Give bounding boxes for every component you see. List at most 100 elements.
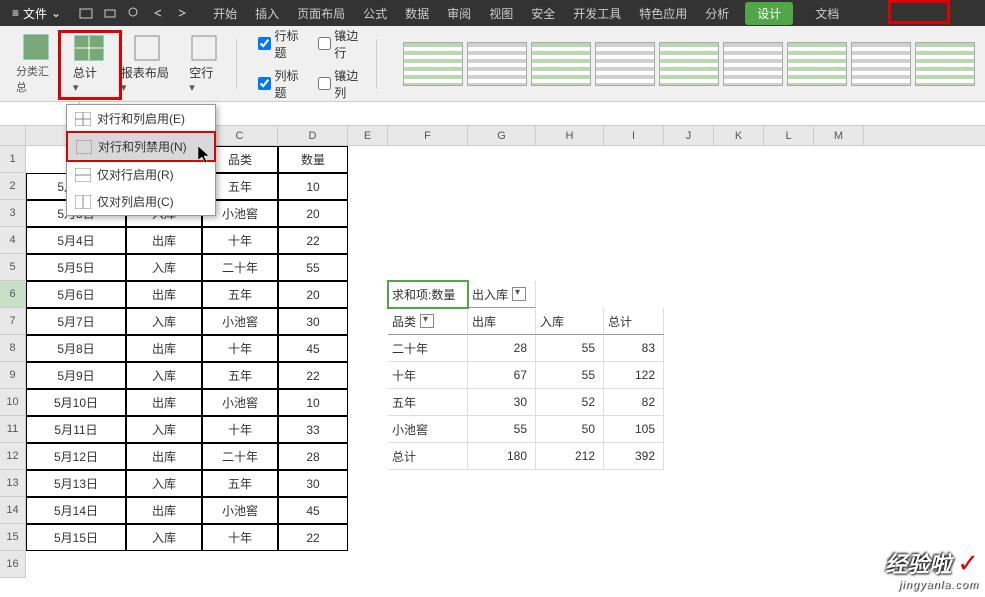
cell[interactable]: 52 bbox=[536, 389, 604, 416]
cell[interactable] bbox=[604, 470, 664, 497]
cell[interactable]: 5月12日 bbox=[26, 443, 126, 470]
cell[interactable] bbox=[536, 146, 604, 173]
cell[interactable] bbox=[814, 551, 864, 578]
cell[interactable] bbox=[468, 254, 536, 281]
cell[interactable] bbox=[604, 200, 664, 227]
cell[interactable]: 十年 bbox=[202, 227, 278, 254]
cell[interactable] bbox=[536, 524, 604, 551]
cell[interactable] bbox=[714, 497, 764, 524]
cell[interactable]: 22 bbox=[278, 362, 348, 389]
cell[interactable]: 出库 bbox=[126, 443, 202, 470]
cell[interactable]: 入库 bbox=[126, 254, 202, 281]
style-thumb[interactable] bbox=[787, 42, 847, 86]
cell[interactable]: 5月9日 bbox=[26, 362, 126, 389]
cell[interactable]: 小池窖 bbox=[202, 308, 278, 335]
cell[interactable] bbox=[814, 443, 864, 470]
style-thumb[interactable] bbox=[915, 42, 975, 86]
col-header[interactable]: K bbox=[714, 126, 764, 145]
row-header[interactable]: 3 bbox=[0, 200, 25, 227]
cell[interactable]: 30 bbox=[468, 389, 536, 416]
dropdown-item-rows-only[interactable]: 仅对行启用(R) bbox=[67, 161, 215, 188]
cell[interactable] bbox=[814, 200, 864, 227]
cell[interactable]: 180 bbox=[468, 443, 536, 470]
cell[interactable]: 105 bbox=[604, 416, 664, 443]
cell[interactable] bbox=[388, 524, 468, 551]
cell[interactable]: 入库 bbox=[126, 470, 202, 497]
cell[interactable] bbox=[604, 551, 664, 578]
cell[interactable] bbox=[468, 497, 536, 524]
cell[interactable] bbox=[664, 308, 714, 335]
cell[interactable] bbox=[714, 335, 764, 362]
cell[interactable] bbox=[814, 389, 864, 416]
cell[interactable] bbox=[764, 146, 814, 173]
cell[interactable] bbox=[348, 551, 388, 578]
cell[interactable] bbox=[664, 146, 714, 173]
col-header[interactable]: M bbox=[814, 126, 864, 145]
cell[interactable] bbox=[536, 497, 604, 524]
cell[interactable]: 五年 bbox=[202, 362, 278, 389]
cell[interactable] bbox=[664, 497, 714, 524]
cell[interactable] bbox=[468, 551, 536, 578]
cell[interactable] bbox=[468, 470, 536, 497]
file-menu[interactable]: ≡ 文件 ⌄ bbox=[4, 2, 69, 25]
cell[interactable]: 5月15日 bbox=[26, 524, 126, 551]
cell[interactable] bbox=[764, 227, 814, 254]
cell[interactable]: 二十年 bbox=[202, 443, 278, 470]
cell[interactable] bbox=[348, 281, 388, 308]
cell[interactable] bbox=[348, 146, 388, 173]
cell[interactable]: 5月11日 bbox=[26, 416, 126, 443]
tab-design[interactable]: 设计 bbox=[745, 2, 793, 25]
cell[interactable] bbox=[764, 173, 814, 200]
cell[interactable] bbox=[604, 254, 664, 281]
cell[interactable]: 28 bbox=[468, 335, 536, 362]
cell[interactable]: 五年 bbox=[202, 470, 278, 497]
cell[interactable] bbox=[714, 551, 764, 578]
row-header[interactable]: 14 bbox=[0, 497, 25, 524]
cell[interactable]: 小池窖 bbox=[202, 389, 278, 416]
bandedrow-check[interactable]: 镶边行 bbox=[318, 27, 366, 61]
style-thumb[interactable] bbox=[723, 42, 783, 86]
cell[interactable] bbox=[348, 362, 388, 389]
cell[interactable]: 10 bbox=[278, 389, 348, 416]
cell[interactable] bbox=[604, 146, 664, 173]
cell[interactable]: 30 bbox=[278, 308, 348, 335]
cell[interactable] bbox=[814, 416, 864, 443]
cell[interactable] bbox=[764, 497, 814, 524]
cell[interactable] bbox=[348, 227, 388, 254]
tab-layout[interactable]: 页面布局 bbox=[295, 1, 347, 26]
cell[interactable] bbox=[604, 524, 664, 551]
cell[interactable] bbox=[764, 281, 814, 308]
cell[interactable] bbox=[714, 308, 764, 335]
cell[interactable] bbox=[536, 254, 604, 281]
tab-review[interactable]: 审阅 bbox=[445, 1, 473, 26]
cell[interactable]: 入库 bbox=[126, 362, 202, 389]
dropdown-item-cols-only[interactable]: 仅对列启用(C) bbox=[67, 188, 215, 215]
cell[interactable] bbox=[202, 551, 278, 578]
style-thumb[interactable] bbox=[659, 42, 719, 86]
cell[interactable] bbox=[664, 335, 714, 362]
cell[interactable] bbox=[814, 146, 864, 173]
style-thumb[interactable] bbox=[531, 42, 591, 86]
cell[interactable] bbox=[714, 281, 764, 308]
cell[interactable] bbox=[664, 524, 714, 551]
cell[interactable] bbox=[468, 146, 536, 173]
cell[interactable]: 数量 bbox=[278, 146, 348, 173]
print-icon[interactable] bbox=[103, 6, 117, 20]
cell[interactable]: 20 bbox=[278, 281, 348, 308]
cell[interactable] bbox=[714, 254, 764, 281]
row-header[interactable]: 4 bbox=[0, 227, 25, 254]
cell[interactable] bbox=[764, 362, 814, 389]
cell[interactable] bbox=[814, 470, 864, 497]
cell[interactable] bbox=[348, 524, 388, 551]
cell[interactable] bbox=[388, 146, 468, 173]
cell[interactable] bbox=[348, 470, 388, 497]
cell[interactable] bbox=[714, 389, 764, 416]
cell[interactable] bbox=[278, 551, 348, 578]
cell[interactable] bbox=[126, 551, 202, 578]
cell[interactable]: 50 bbox=[536, 416, 604, 443]
cell[interactable] bbox=[348, 416, 388, 443]
cell[interactable]: 45 bbox=[278, 497, 348, 524]
dropdown-item-disable-both[interactable]: 对行和列禁用(N) bbox=[66, 131, 216, 162]
cell[interactable] bbox=[536, 551, 604, 578]
cell[interactable]: 求和项:数量 bbox=[388, 281, 468, 308]
